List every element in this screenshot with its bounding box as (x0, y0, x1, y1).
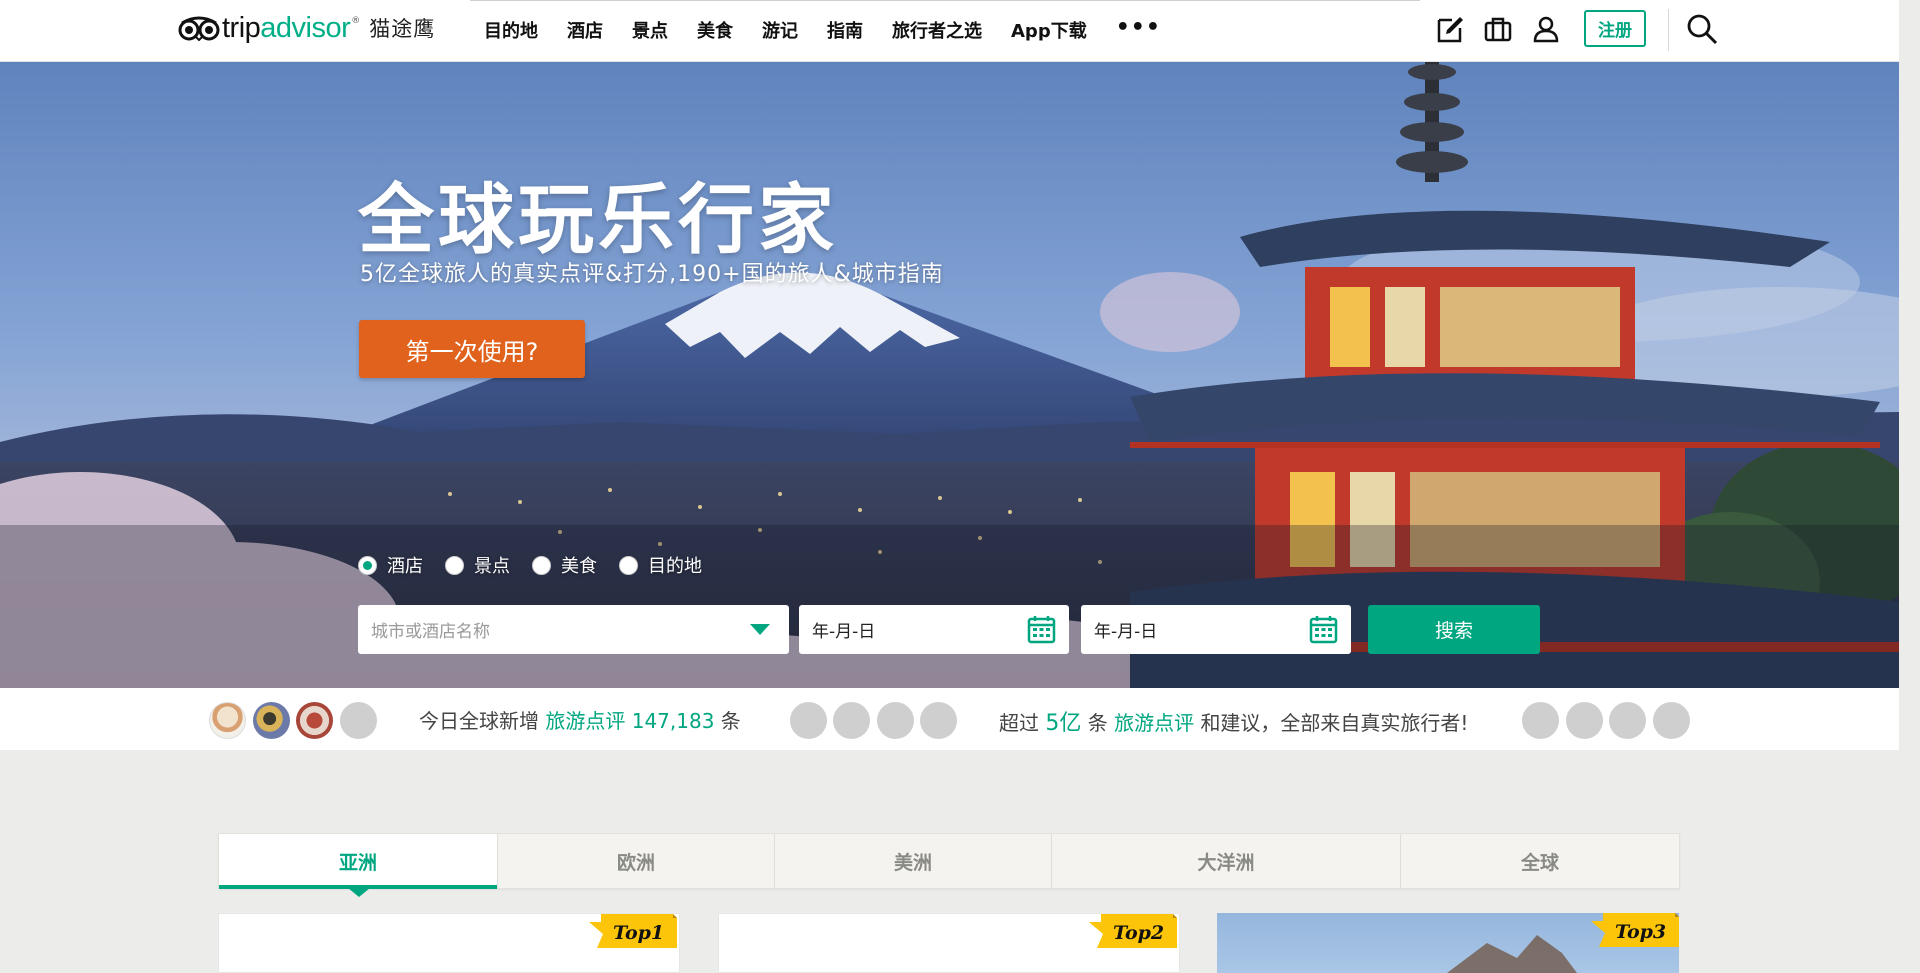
checkin-date-input[interactable]: 年-月-日 (799, 605, 1069, 654)
avatar[interactable] (833, 702, 870, 739)
search-button[interactable]: 搜索 (1368, 605, 1540, 654)
nav-guides[interactable]: 指南 (827, 17, 863, 43)
tab-global[interactable]: 全球 (1401, 834, 1679, 888)
destination-card[interactable]: Top1 (218, 913, 680, 973)
continent-tabs: 亚洲 欧洲 美洲 大洋洲 全球 (218, 833, 1680, 889)
logo-registered: ® (351, 16, 361, 26)
radio-restaurants[interactable]: 美食 (532, 552, 597, 578)
search-type-radios: 酒店 景点 美食 目的地 (358, 552, 724, 578)
ranking-label: Top3 (1615, 921, 1667, 943)
radio-destinations[interactable]: 目的地 (619, 552, 702, 578)
avatar[interactable] (920, 702, 957, 739)
radio-label-hotels: 酒店 (387, 556, 423, 577)
owl-logo-icon (178, 16, 220, 41)
logo-chinese-name: 猫途鹰 (369, 17, 436, 41)
nav-attractions[interactable]: 景点 (632, 17, 668, 43)
radio-button-restaurants[interactable] (532, 555, 551, 575)
top-header: tripadvisor ® 猫途鹰 目的地 酒店 景点 美食 游记 指南 旅行者… (0, 0, 1899, 62)
radio-attractions[interactable]: 景点 (445, 552, 510, 578)
radio-hotels[interactable]: 酒店 (358, 552, 423, 578)
more-menu-icon[interactable]: ••• (1116, 15, 1161, 40)
nav-destinations[interactable]: 目的地 (484, 17, 538, 43)
stats-bar: 今日全球新增 旅游点评 147,183 条 超过 5亿 条 旅游点评 和建议，全… (0, 688, 1899, 750)
first-time-button[interactable]: 第一次使用? (359, 320, 585, 378)
nav-hotels[interactable]: 酒店 (567, 17, 603, 43)
nav-restaurants[interactable]: 美食 (697, 17, 733, 43)
city-hotel-placeholder: 城市或酒店名称 (371, 622, 490, 642)
avatar[interactable] (340, 702, 377, 739)
hero-banner: 全球玩乐行家 5亿全球旅人的真实点评&打分,190+国的旅人&城市指南 第一次使… (0, 62, 1899, 688)
avatar[interactable] (253, 702, 290, 739)
calendar-icon[interactable] (1027, 615, 1056, 644)
active-tab-caret (348, 888, 370, 897)
write-review-icon[interactable] (1434, 13, 1466, 45)
chevron-down-icon[interactable] (750, 624, 770, 635)
avatar[interactable] (790, 702, 827, 739)
avatar[interactable] (209, 702, 246, 739)
destination-card[interactable]: Top3 (1217, 913, 1679, 973)
user-icon[interactable] (1530, 13, 1562, 45)
tab-europe[interactable]: 欧洲 (498, 834, 775, 888)
avatar[interactable] (1653, 702, 1690, 739)
avatar[interactable] (296, 702, 333, 739)
tab-oceania[interactable]: 大洋洲 (1052, 834, 1401, 888)
today-reviews-stat: 今日全球新增 旅游点评 147,183 条 (419, 709, 741, 733)
tripadvisor-logo[interactable]: tripadvisor ® 猫途鹰 (178, 12, 435, 44)
city-hotel-input[interactable]: 城市或酒店名称 (358, 605, 789, 654)
avatar[interactable] (877, 702, 914, 739)
signup-button[interactable]: 注册 (1584, 10, 1646, 47)
reviews-link[interactable]: 旅游点评 (1114, 711, 1194, 735)
suitcase-icon[interactable] (1482, 13, 1514, 45)
search-icon[interactable] (1685, 12, 1719, 46)
nav-app-download[interactable]: App下载 (1011, 17, 1087, 43)
checkout-date-input[interactable]: 年-月-日 (1081, 605, 1351, 654)
hero-title: 全球玩乐行家 (358, 175, 838, 264)
avatar[interactable] (1566, 702, 1603, 739)
radio-label-restaurants: 美食 (561, 556, 597, 577)
checkout-placeholder: 年-月-日 (1094, 622, 1158, 642)
total-reviews-stat: 超过 5亿 条 旅游点评 和建议，全部来自真实旅行者! (999, 711, 1469, 736)
tab-americas[interactable]: 美洲 (775, 834, 1052, 888)
radio-button-attractions[interactable] (445, 555, 464, 575)
nav-travelogues[interactable]: 游记 (762, 17, 798, 43)
radio-label-attractions: 景点 (474, 556, 510, 577)
main-nav: 目的地 酒店 景点 美食 游记 指南 旅行者之选 App下载 ••• (484, 0, 1161, 60)
radio-button-hotels[interactable] (358, 555, 377, 575)
avatar[interactable] (1522, 702, 1559, 739)
radio-label-destinations: 目的地 (648, 556, 702, 577)
ranking-label: Top1 (613, 922, 665, 944)
avatar[interactable] (1609, 702, 1646, 739)
nav-travelers-choice[interactable]: 旅行者之选 (892, 17, 982, 43)
reviews-link[interactable]: 旅游点评 (545, 709, 625, 733)
ranking-label: Top2 (1113, 922, 1165, 944)
tab-asia[interactable]: 亚洲 (219, 834, 498, 889)
destination-card[interactable]: Top2 (718, 913, 1180, 973)
logo-wordmark: tripadvisor (222, 11, 351, 44)
checkin-placeholder: 年-月-日 (812, 622, 876, 642)
hero-subtitle: 5亿全球旅人的真实点评&打分,190+国的旅人&城市指南 (360, 262, 944, 287)
header-separator (1668, 9, 1669, 51)
radio-button-destinations[interactable] (619, 555, 638, 575)
calendar-icon[interactable] (1309, 615, 1338, 644)
